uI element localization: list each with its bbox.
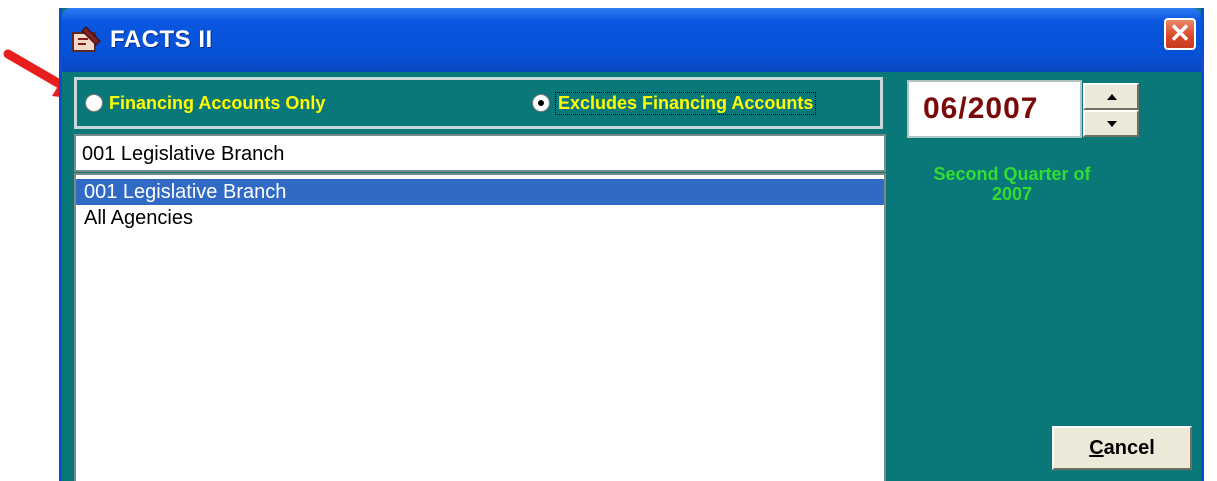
agency-list[interactable]: 001 Legislative Branch All Agencies [74, 173, 886, 481]
agency-combo-input[interactable]: 001 Legislative Branch [74, 134, 886, 172]
financing-only-label: Financing Accounts Only [109, 92, 326, 113]
close-icon: ✕ [1169, 18, 1191, 48]
down-arrow-icon [1107, 121, 1117, 127]
quarter-description: Second Quarter of 2007 [933, 164, 1091, 204]
cancel-accelerator: C [1089, 437, 1104, 459]
list-item[interactable]: All Agencies [76, 205, 884, 231]
title-bar[interactable]: FACTS II ✕ [62, 8, 1201, 72]
window-title: FACTS II [110, 26, 213, 53]
financing-only-option[interactable]: Financing Accounts Only [85, 90, 325, 116]
period-input[interactable]: 06/2007 [907, 80, 1082, 138]
account-filter-group: Financing Accounts Only Excludes Financi… [74, 77, 883, 129]
spin-up-button[interactable] [1083, 83, 1139, 110]
close-button[interactable]: ✕ [1164, 18, 1196, 50]
facts-dialog: FACTS II ✕ Financing Accounts Only Exclu… [59, 8, 1204, 481]
cancel-label: ancel [1103, 437, 1155, 459]
excludes-financing-label: Excludes Financing Accounts [554, 91, 817, 115]
excludes-financing-option[interactable]: Excludes Financing Accounts [532, 90, 817, 116]
list-item[interactable]: 001 Legislative Branch [76, 179, 884, 205]
period-spinner[interactable] [1083, 83, 1139, 137]
up-arrow-icon [1107, 94, 1117, 100]
facts-app-icon [72, 26, 101, 52]
cancel-button[interactable]: Cancel [1052, 426, 1192, 470]
financing-only-radio[interactable] [85, 94, 103, 112]
excludes-financing-radio[interactable] [532, 94, 550, 112]
spin-down-button[interactable] [1083, 110, 1139, 137]
